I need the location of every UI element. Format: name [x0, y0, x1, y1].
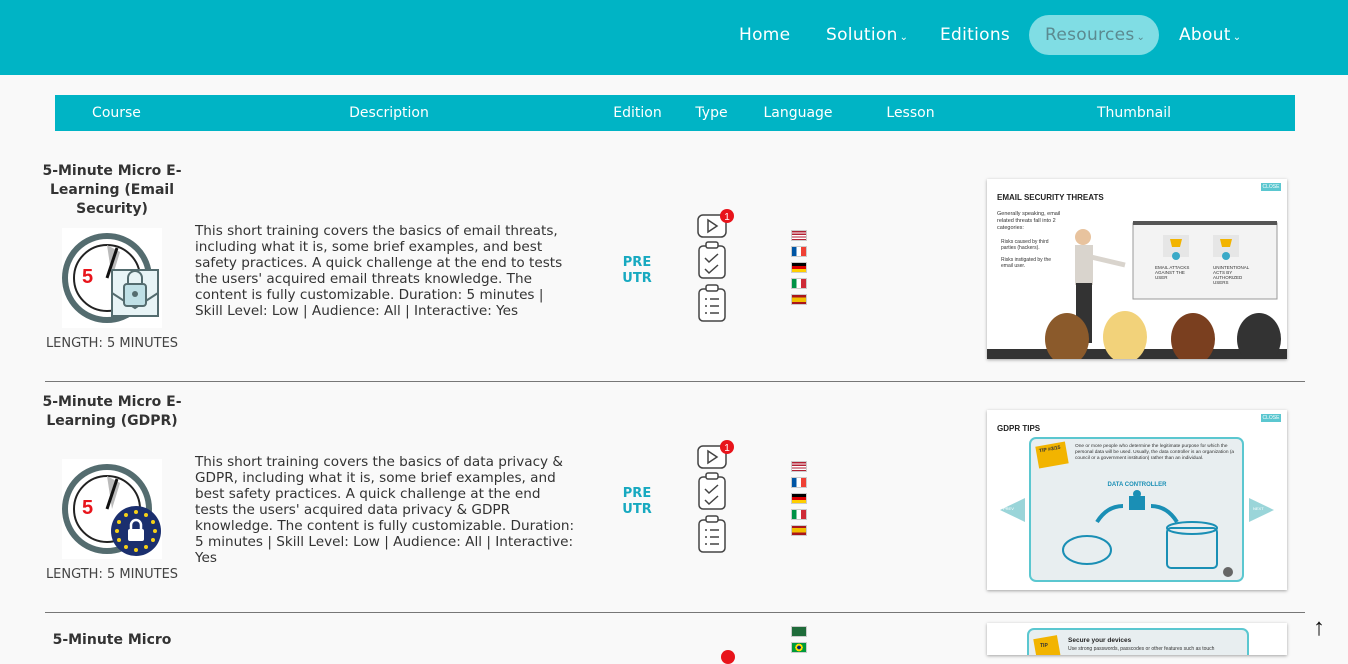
- nav-editions-label: Editions: [940, 25, 1011, 45]
- nav-about[interactable]: About ⌄: [1179, 15, 1241, 55]
- badge-count: 1: [724, 212, 730, 223]
- nav-home-label: Home: [739, 25, 791, 45]
- flag-de-icon[interactable]: [791, 262, 807, 273]
- data-controller-illustration: [1000, 437, 1274, 582]
- stopwatch-envelope-lock-icon: 5: [62, 233, 159, 323]
- flag-es-icon[interactable]: [791, 294, 807, 305]
- badge-count: 1: [724, 443, 730, 454]
- nav-resources[interactable]: Resources ⌄: [1029, 15, 1159, 55]
- thumb-prev: PREV: [1003, 506, 1014, 511]
- edition-list: PRE UTR: [612, 255, 662, 287]
- thumb-box-label: UNINTENTIONAL ACTS BY AUTHORIZED USERS: [1213, 265, 1250, 285]
- scroll-to-top-button[interactable]: ↑: [1306, 614, 1332, 642]
- edition-list: PRE UTR: [612, 486, 662, 518]
- thumb-next: NEXT: [1253, 506, 1264, 511]
- header-language: Language: [763, 105, 833, 121]
- header-course: Course: [92, 105, 141, 121]
- flag-de-icon[interactable]: [791, 493, 807, 504]
- top-navbar: Home Solution ⌄ Editions Resources ⌄ About…: [0, 0, 1348, 75]
- language-flags: [791, 626, 811, 658]
- header-lesson: Lesson: [886, 105, 935, 121]
- course-length: LENGTH: 5 MINUTES: [45, 336, 179, 351]
- language-flags: [791, 461, 811, 541]
- thumb-text: One or more people who determine the leg…: [1075, 444, 1235, 461]
- edition-utr[interactable]: UTR: [612, 502, 662, 518]
- table-header: Course Description Edition Type Language…: [55, 95, 1295, 131]
- main-nav: Home Solution ⌄ Editions Resources ⌄ About…: [0, 15, 1348, 55]
- lesson-thumbnail[interactable]: CLOSE EMAIL SECURITY THREATS Generally s…: [987, 179, 1287, 359]
- chevron-down-icon: ⌄: [899, 32, 909, 43]
- checklist-icon[interactable]: [698, 241, 726, 279]
- thumb-text: Use strong passwords, passcodes or other…: [1068, 646, 1215, 652]
- notification-badge: 1: [720, 209, 734, 223]
- lesson-thumbnail[interactable]: CLOSE GDPR TIPS TIP #3/15 One or more pe…: [987, 410, 1287, 590]
- lesson-thumbnail[interactable]: TIP Secure your devices Use strong passw…: [987, 623, 1287, 655]
- header-edition: Edition: [613, 105, 662, 121]
- svg-text:5: 5: [82, 497, 93, 519]
- chevron-down-icon: ⌄: [1232, 32, 1242, 43]
- chevron-down-icon: ⌄: [1136, 32, 1146, 43]
- thumb-box-label: EMAIL ATTACKS AGAINST THE USER: [1155, 265, 1190, 280]
- row-divider: [45, 381, 1305, 382]
- checklist-icon[interactable]: [698, 472, 726, 510]
- clipboard-list-icon[interactable]: [698, 284, 726, 322]
- header-description: Description: [349, 105, 429, 121]
- course-title: 5-Minute Micro E-Learning (Email Securit…: [42, 163, 182, 217]
- thumb-title: Secure your devices: [1068, 637, 1132, 644]
- svg-text:5: 5: [82, 266, 93, 288]
- row-divider: [45, 612, 1305, 613]
- edition-utr[interactable]: UTR: [612, 271, 662, 287]
- course-length: LENGTH: 5 MINUTES: [45, 567, 179, 582]
- course-image: 5: [62, 459, 162, 559]
- flag-br-icon[interactable]: [791, 642, 807, 653]
- flag-es-icon[interactable]: [791, 525, 807, 536]
- course-image: 5: [62, 228, 162, 328]
- nav-resources-label: Resources: [1045, 25, 1135, 45]
- course-title: 5-Minute Micro: [52, 632, 172, 648]
- flag-sa-icon[interactable]: [791, 626, 807, 637]
- flag-fr-icon[interactable]: [791, 477, 807, 488]
- type-icons: 1: [696, 439, 736, 562]
- notification-badge: [721, 650, 735, 664]
- nav-solution[interactable]: Solution ⌄: [826, 15, 908, 55]
- type-icons: 1: [696, 208, 736, 331]
- edition-pre[interactable]: PRE: [612, 255, 662, 271]
- course-description: This short training covers the basics of…: [195, 454, 575, 566]
- thumb-tip: TIP: [1040, 643, 1048, 649]
- flag-us-icon[interactable]: [791, 230, 807, 241]
- language-flags: [791, 230, 811, 310]
- edition-pre[interactable]: PRE: [612, 486, 662, 502]
- header-thumbnail: Thumbnail: [1096, 105, 1172, 121]
- flag-it-icon[interactable]: [791, 509, 807, 520]
- notification-badge: 1: [720, 440, 734, 454]
- flag-it-icon[interactable]: [791, 278, 807, 289]
- course-title: 5-Minute Micro E-Learning (GDPR): [42, 394, 182, 429]
- thumb-label: DATA CONTROLLER: [1107, 482, 1167, 488]
- flag-fr-icon[interactable]: [791, 246, 807, 257]
- course-description: This short training covers the basics of…: [195, 223, 563, 319]
- clipboard-list-icon[interactable]: [698, 515, 726, 553]
- nav-home[interactable]: Home: [739, 15, 790, 55]
- nav-editions[interactable]: Editions: [940, 15, 1010, 55]
- nav-about-label: About: [1179, 25, 1231, 45]
- nav-solution-label: Solution: [826, 25, 898, 45]
- header-type: Type: [695, 105, 728, 121]
- flag-us-icon[interactable]: [791, 461, 807, 472]
- stopwatch-eu-lock-icon: 5: [62, 464, 161, 556]
